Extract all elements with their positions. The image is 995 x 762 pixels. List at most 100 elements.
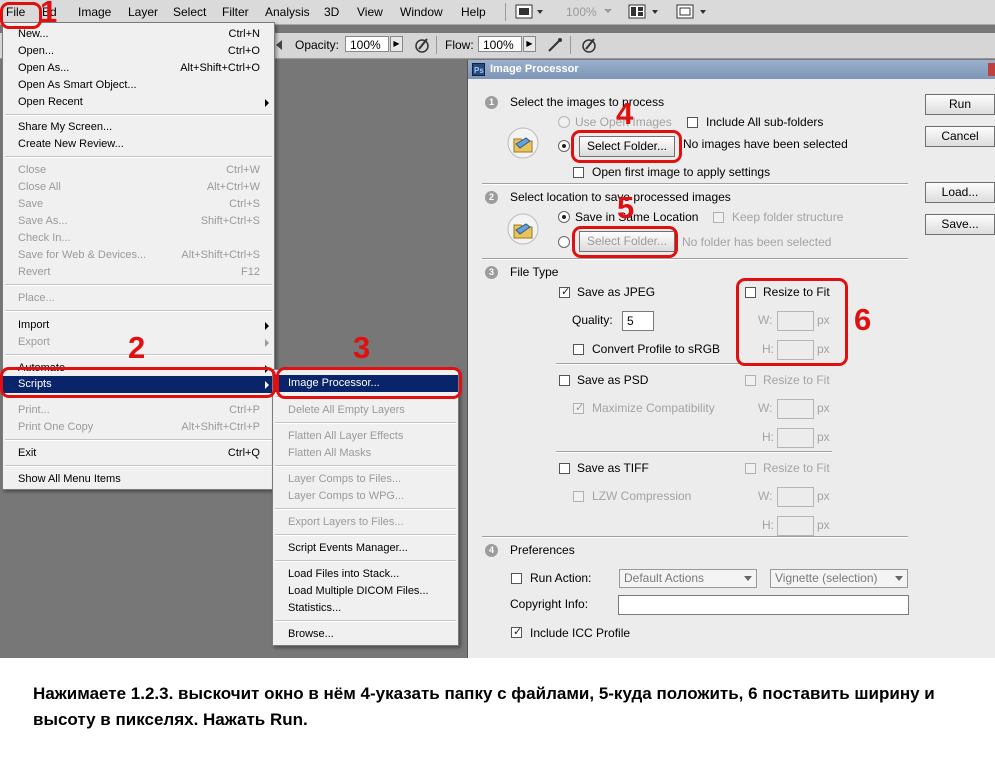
save-settings-button[interactable]: Save... xyxy=(925,214,995,235)
use-open-images-radio[interactable] xyxy=(558,116,570,128)
menu-item-show-all[interactable]: Show All Menu Items xyxy=(3,471,274,488)
menu-item-shortcut: Alt+Ctrl+W xyxy=(206,181,260,193)
annotation-highlight-2 xyxy=(0,367,276,398)
menu-item-shortcut: Ctrl+O xyxy=(227,45,260,57)
action-set-value: Default Actions xyxy=(624,571,705,585)
keep-structure-checkbox[interactable] xyxy=(713,212,724,223)
save-same-location-radio[interactable] xyxy=(558,211,570,223)
menu-item-label: Save As... xyxy=(18,215,68,227)
annotation-number-6: 6 xyxy=(854,302,872,337)
flow-input[interactable]: 100% xyxy=(478,36,522,52)
menu-item-save-as: Save As... Shift+Ctrl+S xyxy=(3,213,274,230)
run-action-checkbox[interactable] xyxy=(511,573,522,584)
menu-item-label: Save for Web & Devices... xyxy=(18,249,147,261)
menu-item-open-smart-object[interactable]: Open As Smart Object... xyxy=(3,77,274,94)
airbrush-mode-icon[interactable] xyxy=(546,36,564,54)
menu-analysis[interactable]: Analysis xyxy=(265,5,310,19)
menu-item-browse[interactable]: Browse... xyxy=(273,626,458,643)
zoom-level[interactable]: 100% xyxy=(566,5,597,19)
options-divider-2 xyxy=(570,36,571,54)
select-dest-folder-radio[interactable] xyxy=(558,236,570,248)
menu-item-label: Load Multiple DICOM Files... xyxy=(288,585,429,597)
menu-item-load-files-stack[interactable]: Load Files into Stack... xyxy=(273,566,458,583)
chevron-down-icon xyxy=(895,576,903,581)
menu-image[interactable]: Image xyxy=(78,5,111,19)
airbrush-icon[interactable] xyxy=(413,36,431,54)
submenu-arrow-icon xyxy=(265,99,269,107)
menu-separator xyxy=(275,560,456,562)
menu-item-label: Layer Comps to WPG... xyxy=(288,490,405,502)
menu-item-label: Export xyxy=(18,336,50,348)
open-first-image-checkbox[interactable] xyxy=(573,167,584,178)
screen-mode-icon[interactable] xyxy=(515,4,545,20)
flow-slider-button[interactable]: ▶ xyxy=(523,36,536,52)
menu-item-shortcut: Alt+Shift+Ctrl+O xyxy=(180,62,260,74)
cancel-button[interactable]: Cancel xyxy=(925,126,995,147)
flow-label: Flow: xyxy=(445,38,474,52)
menu-item-exit[interactable]: Exit Ctrl+Q xyxy=(3,445,274,462)
section1-title: Select the images to process xyxy=(510,95,665,109)
menu-filter[interactable]: Filter xyxy=(222,5,249,19)
menu-item-shortcut: Alt+Shift+Ctrl+P xyxy=(181,421,260,433)
tiff-width-input[interactable] xyxy=(777,487,814,507)
arrange-documents-icon[interactable] xyxy=(628,4,662,20)
save-jpeg-label: Save as JPEG xyxy=(577,285,656,299)
menu-item-label: Open... xyxy=(18,45,55,57)
load-button[interactable]: Load... xyxy=(925,182,995,203)
menu-help[interactable]: Help xyxy=(461,5,486,19)
menu-item-label: Import xyxy=(18,319,50,331)
psd-resize-checkbox[interactable] xyxy=(745,375,756,386)
opacity-slider-button[interactable]: ▶ xyxy=(390,36,403,52)
lzw-checkbox[interactable] xyxy=(573,491,584,502)
menu-item-label: Open Recent xyxy=(18,96,83,108)
annotation-highlight-4 xyxy=(571,130,682,163)
run-button[interactable]: Run xyxy=(925,94,995,115)
lzw-label: LZW Compression xyxy=(592,489,692,503)
save-jpeg-checkbox[interactable]: ✓ xyxy=(559,286,570,298)
opacity-input[interactable]: 100% xyxy=(345,36,389,52)
menu-item-open[interactable]: Open... Ctrl+O xyxy=(3,43,274,60)
menu-window[interactable]: Window xyxy=(400,5,443,19)
include-icc-checkbox[interactable]: ✓ xyxy=(511,626,522,638)
chevron-down-icon[interactable] xyxy=(603,6,613,16)
menu-item-script-events[interactable]: Script Events Manager... xyxy=(273,540,458,557)
section-divider xyxy=(482,183,908,185)
menu-3d[interactable]: 3D xyxy=(324,5,339,19)
tiff-resize-checkbox[interactable] xyxy=(745,463,756,474)
copyright-input[interactable] xyxy=(618,595,909,615)
menu-item-create-review[interactable]: Create New Review... xyxy=(3,136,274,153)
select-folder-radio[interactable] xyxy=(558,140,570,152)
menu-item-statistics[interactable]: Statistics... xyxy=(273,600,458,617)
include-subfolders-checkbox[interactable] xyxy=(687,117,698,128)
action-set-select[interactable]: Default Actions xyxy=(619,569,757,588)
menu-layer[interactable]: Layer xyxy=(128,5,158,19)
save-tiff-checkbox[interactable] xyxy=(559,463,570,474)
close-icon[interactable] xyxy=(988,63,995,76)
menu-item-share-screen[interactable]: Share My Screen... xyxy=(3,119,274,136)
folder-icon xyxy=(507,213,539,245)
quality-input[interactable]: 5 xyxy=(622,311,654,331)
menu-separator xyxy=(5,284,272,286)
menu-item-place: Place... xyxy=(3,290,274,307)
section-number-3: 3 xyxy=(485,266,498,279)
tiff-width-label: W: xyxy=(758,489,773,503)
action-select[interactable]: Vignette (selection) xyxy=(770,569,908,588)
menu-item-open-recent[interactable]: Open Recent xyxy=(3,94,274,111)
psd-height-input[interactable] xyxy=(777,428,814,448)
menu-item-label: Place... xyxy=(18,292,55,304)
save-psd-checkbox[interactable] xyxy=(559,375,570,386)
max-compat-checkbox[interactable]: ✓ xyxy=(573,402,584,414)
fullscreen-mode-icon[interactable] xyxy=(676,4,710,20)
menu-select[interactable]: Select xyxy=(173,5,206,19)
quality-label: Quality: xyxy=(572,313,613,327)
opacity-label: Opacity: xyxy=(295,38,340,52)
menu-item-open-as[interactable]: Open As... Alt+Shift+Ctrl+O xyxy=(3,60,274,77)
menu-view[interactable]: View xyxy=(357,5,383,19)
convert-srgb-checkbox[interactable] xyxy=(573,344,584,355)
tiff-height-input[interactable] xyxy=(777,516,814,536)
menu-item-layer-comps-wpg: Layer Comps to WPG... xyxy=(273,488,458,505)
tiff-height-label: H: xyxy=(762,518,774,532)
psd-width-input[interactable] xyxy=(777,399,814,419)
menu-item-load-dicom[interactable]: Load Multiple DICOM Files... xyxy=(273,583,458,600)
tablet-pressure-icon[interactable] xyxy=(580,36,598,54)
